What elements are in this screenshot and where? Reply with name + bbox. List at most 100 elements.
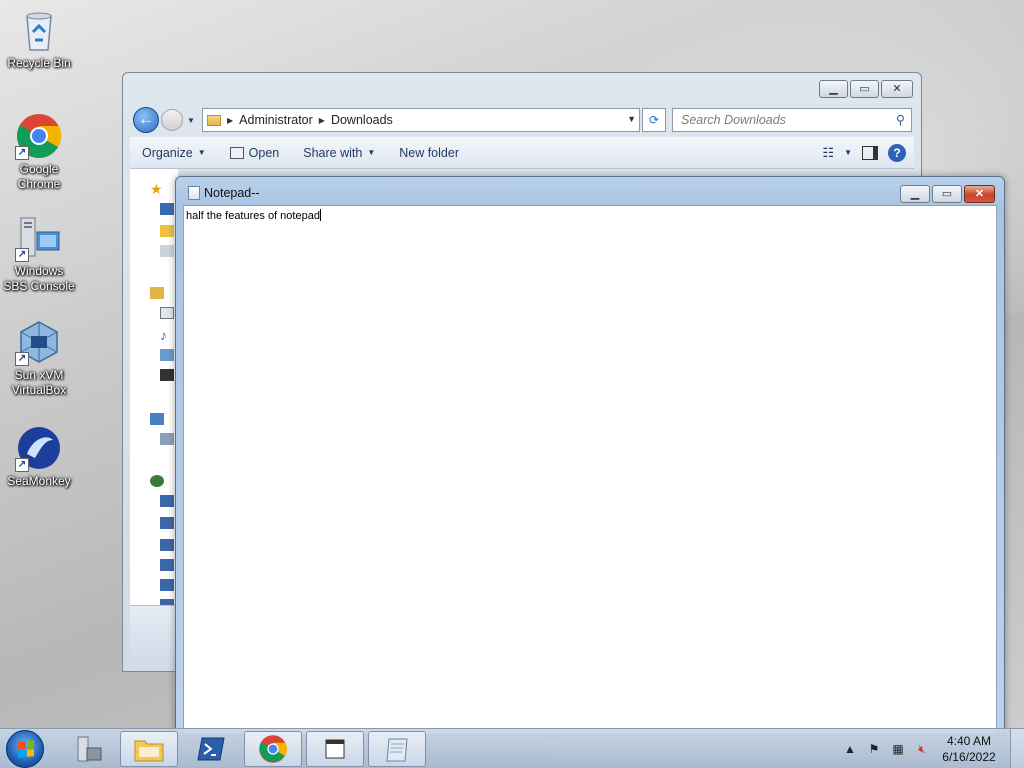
network-icon[interactable] [150,475,164,487]
minimize-button[interactable]: ▁ [900,185,930,203]
window-title: Notepad-- [204,186,260,200]
taskbar-server-manager[interactable] [60,731,118,767]
notepad-window[interactable]: Notepad-- ▁ ▭ ✕ half the features of not… [175,176,1005,736]
shortcut-arrow-icon: ↗ [15,352,29,366]
desktop-icon-seamonkey[interactable]: ↗ SeaMonkey [2,424,76,489]
preview-pane-icon[interactable] [862,145,878,160]
share-with-label: Share with [303,145,363,160]
server-console-icon: ↗ [15,214,63,262]
minimize-button[interactable]: ▁ [819,80,848,98]
notepad-icon [386,738,408,762]
organize-label: Organize [142,145,193,160]
volume-muted-icon[interactable]: 🔇︎ [914,741,930,757]
windows-logo-icon [18,740,34,758]
refresh-button[interactable]: ⟳ [642,108,666,132]
navigation-pane: ★ ♪ [130,169,178,611]
pictures-icon[interactable] [160,349,174,361]
application-window-icon [325,739,345,759]
open-button[interactable]: Open [218,146,292,160]
downloads-icon[interactable] [160,225,174,237]
clock[interactable]: 4:40 AM 6/16/2022 [934,733,1004,765]
network-computer-icon[interactable] [160,539,174,551]
text-cursor [319,209,321,221]
text-editor-area[interactable]: half the features of notepad [183,205,997,735]
chevron-down-icon: ▼ [197,148,206,157]
chrome-icon [259,735,287,763]
network-computer-icon[interactable] [160,579,174,591]
favorites-star-icon[interactable]: ★ [150,181,164,197]
search-input[interactable]: Search Downloads ⚲ [672,108,912,132]
chrome-icon: ↗ [15,112,63,160]
system-tray: ▲ ⚑ ▦ 🔇︎ 4:40 AM 6/16/2022 [838,729,1024,768]
editor-text: half the features of notepad [186,210,320,222]
address-bar[interactable]: ▶ Administrator ▶ Downloads ▼ [202,108,640,132]
recent-pages-dropdown-icon[interactable]: ▼ [187,116,195,125]
taskbar-google-chrome[interactable] [244,731,302,767]
local-disk-icon[interactable] [160,433,174,445]
videos-icon[interactable] [160,369,174,381]
shortcut-arrow-icon: ↗ [15,248,29,262]
toolbar-right-group: ☷ ▼ ? [822,143,914,162]
desktop-icon-recycle-bin[interactable]: Recycle Bin [2,6,76,71]
explorer-command-bar: Organize ▼ Open Share with ▼ New folder … [130,137,914,169]
desktop-icon-label: Windows SBS Console [3,264,75,293]
search-icon[interactable]: ⚲ [896,109,905,131]
desktop-icon-google-chrome[interactable]: ↗ Google Chrome [2,112,76,192]
share-with-button[interactable]: Share with ▼ [291,146,387,160]
recycle-bin-icon [15,6,63,54]
desktop-icon-label: SeaMonkey [7,474,71,488]
desktop-icon-label: Google Chrome [17,162,61,191]
close-button[interactable]: ✕ [964,185,995,203]
seamonkey-icon: ↗ [15,424,63,472]
address-dropdown-icon[interactable]: ▼ [627,114,636,124]
shortcut-arrow-icon: ↗ [15,458,29,472]
chevron-down-icon: ▼ [367,148,376,157]
maximize-button[interactable]: ▭ [932,185,962,203]
libraries-icon[interactable] [150,287,164,299]
show-desktop-button[interactable] [1010,729,1024,768]
notepad-app-icon [188,186,200,200]
breadcrumb-downloads[interactable]: Downloads [331,113,393,127]
maximize-button[interactable]: ▭ [850,80,879,98]
clock-date: 6/16/2022 [942,750,996,764]
breadcrumb-chevron-icon[interactable]: ▶ [227,116,233,125]
start-button[interactable] [6,730,44,768]
clock-time: 4:40 AM [946,734,992,748]
close-button[interactable]: ✕ [881,80,913,98]
view-options-icon[interactable]: ☷ [822,145,834,161]
desktop-icon-label: Recycle Bin [7,56,71,70]
network-icon[interactable]: ▦ [890,741,906,757]
organize-button[interactable]: Organize ▼ [130,146,218,160]
open-app-icon [229,146,244,159]
back-button[interactable]: ← [133,107,159,133]
desktop-icon[interactable] [160,203,174,215]
taskbar-windows-explorer[interactable] [120,731,178,767]
shortcut-arrow-icon: ↗ [15,146,29,160]
show-hidden-icons-icon[interactable]: ▲ [842,741,858,757]
forward-button[interactable] [161,109,183,131]
computer-icon[interactable] [150,413,164,425]
recent-places-icon[interactable] [160,245,174,257]
taskbar-window-app[interactable] [306,731,364,767]
chevron-down-icon[interactable]: ▼ [844,148,852,157]
explorer-window-controls: ▁ ▭ ✕ [819,80,913,98]
powershell-icon [197,737,225,761]
network-computer-icon[interactable] [160,559,174,571]
new-folder-button[interactable]: New folder [387,146,471,160]
help-icon[interactable]: ? [888,143,906,162]
desktop-icon-windows-sbs-console[interactable]: ↗ Windows SBS Console [2,214,76,294]
music-icon[interactable]: ♪ [160,327,174,343]
documents-icon[interactable] [160,307,174,319]
folder-icon [207,114,221,126]
breadcrumb-administrator[interactable]: Administrator [239,113,313,127]
desktop-icon-virtualbox[interactable]: ↗ Sun xVM VirtualBox [2,318,76,398]
network-computer-icon[interactable] [160,495,174,507]
new-folder-label: New folder [399,145,459,160]
taskbar-powershell[interactable] [182,731,240,767]
taskbar-notepad[interactable] [368,731,426,767]
explorer-navbar: ← ▼ ▶ Administrator ▶ Downloads ▼ ⟳ Sear… [130,103,914,137]
network-computer-icon[interactable] [160,517,174,529]
breadcrumb-chevron-icon[interactable]: ▶ [319,116,325,125]
action-center-flag-icon[interactable]: ⚑ [866,741,882,757]
desktop-icon-label: Sun xVM VirtualBox [11,368,67,397]
